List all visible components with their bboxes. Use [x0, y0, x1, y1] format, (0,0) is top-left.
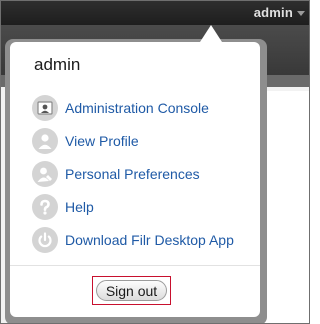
signout-highlight-box: Sign out: [92, 276, 171, 305]
chevron-down-icon: [297, 10, 305, 16]
user-menu-trigger[interactable]: admin: [254, 3, 305, 21]
menu-item-label: Download Filr Desktop App: [65, 231, 234, 248]
top-bar: admin: [1, 1, 309, 25]
app-window: admin admin Administration Console View …: [0, 0, 310, 324]
menu-item-label: View Profile: [65, 132, 139, 149]
sign-out-button[interactable]: Sign out: [96, 280, 167, 301]
menu-item-personal-preferences[interactable]: Personal Preferences: [32, 157, 234, 190]
menu-item-download-desktop-app[interactable]: Download Filr Desktop App: [32, 223, 234, 256]
popup-divider: [10, 265, 260, 266]
menu-item-label: Administration Console: [65, 99, 209, 116]
popup-caret: [200, 25, 222, 42]
user-profile-icon: [32, 127, 58, 154]
admin-console-icon: [32, 94, 58, 121]
menu-item-label: Help: [65, 198, 94, 215]
user-menu-list: Administration Console View Profile Pers…: [32, 91, 234, 256]
power-icon: [32, 226, 58, 253]
menu-item-view-profile[interactable]: View Profile: [32, 124, 234, 157]
help-icon: [32, 193, 58, 220]
user-settings-icon: [32, 160, 58, 187]
username-label: admin: [253, 4, 293, 20]
popup-title: admin: [34, 55, 81, 74]
user-menu-popup: admin Administration Console View Profil…: [10, 42, 260, 317]
menu-item-administration-console[interactable]: Administration Console: [32, 91, 234, 124]
menu-item-label: Personal Preferences: [65, 165, 200, 182]
menu-item-help[interactable]: Help: [32, 190, 234, 223]
